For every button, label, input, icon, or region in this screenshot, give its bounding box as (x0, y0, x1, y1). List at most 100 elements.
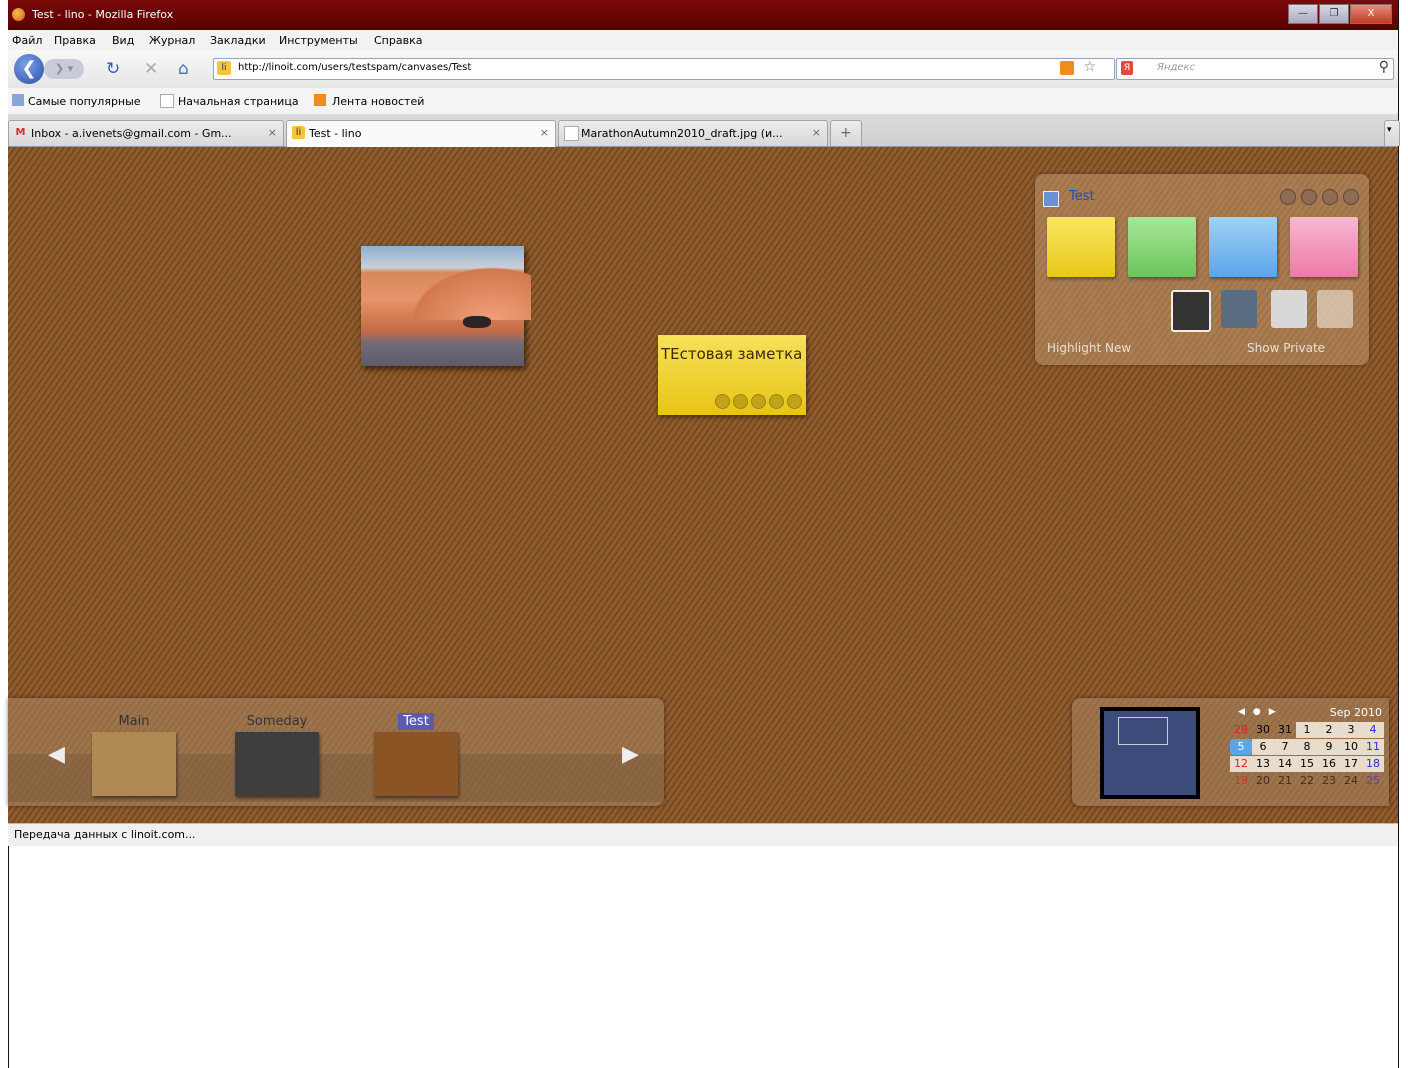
calendar-day[interactable]: 2 (1318, 722, 1340, 738)
canvas-thumbnail[interactable] (92, 732, 176, 796)
calendar-nav-icon[interactable]: ◀●▶ (1238, 707, 1284, 717)
calendar-day[interactable]: 19 (1230, 773, 1252, 789)
bookmark-start-page[interactable]: Начальная страница (178, 95, 299, 108)
yellow-sticky[interactable] (1047, 217, 1115, 277)
tab-label: Inbox - a.ivenets@gmail.com - Gm... (31, 127, 232, 140)
rss-icon[interactable] (1060, 61, 1074, 75)
blue-sticky[interactable] (1209, 217, 1277, 277)
canvas-test[interactable]: Test (374, 713, 458, 796)
back-button[interactable]: ❮ (14, 54, 44, 84)
canvas-someday[interactable]: Someday (235, 713, 319, 796)
calendar-day[interactable]: 8 (1296, 739, 1318, 755)
check-icon[interactable] (715, 394, 730, 409)
power-icon[interactable] (1343, 189, 1359, 205)
palette-controls (1280, 189, 1359, 205)
calendar-day[interactable]: 29 (1230, 722, 1252, 738)
search-icon[interactable]: ⚲ (1379, 59, 1389, 75)
tab-list-button[interactable]: ▾ (1384, 120, 1400, 146)
share-icon[interactable] (1322, 189, 1338, 205)
bookmark-most-visited[interactable]: Самые популярные (28, 95, 141, 108)
image-sticky-icon[interactable] (1171, 290, 1211, 332)
calendar-day-today[interactable]: 5 (1230, 739, 1252, 755)
window-controls: — ❐ X (1288, 4, 1392, 24)
calendar-day[interactable]: 7 (1274, 739, 1296, 755)
menu-help[interactable]: Справка (374, 34, 422, 47)
address-bar[interactable]: li http://linoit.com/users/testspam/canv… (213, 58, 1115, 80)
calendar-day[interactable]: 21 (1274, 773, 1296, 789)
zoom-out-icon[interactable] (1280, 189, 1296, 205)
calendar-day[interactable]: 1 (1296, 722, 1318, 738)
bookmark-news-feed[interactable]: Лента новостей (332, 95, 424, 108)
calendar-day[interactable]: 16 (1318, 756, 1340, 772)
menu-bookmarks[interactable]: Закладки (210, 34, 266, 47)
calendar-day[interactable]: 13 (1252, 756, 1274, 772)
calendar-day[interactable]: 15 (1296, 756, 1318, 772)
calendar-day[interactable]: 12 (1230, 756, 1252, 772)
calendar-day[interactable]: 10 (1340, 739, 1362, 755)
search-placeholder[interactable]: Яндекс (1157, 62, 1195, 73)
menu-file[interactable]: Файл (12, 34, 42, 47)
calendar-day[interactable]: 17 (1340, 756, 1362, 772)
canvas-thumbnail[interactable] (235, 732, 319, 796)
right-arrow-icon[interactable]: ▶ (622, 742, 639, 767)
done-icon[interactable] (787, 394, 802, 409)
video-sticky-icon[interactable] (1221, 290, 1257, 328)
tab-test-lino[interactable]: li Test - lino × (286, 120, 556, 147)
photo-sticky[interactable] (361, 246, 531, 366)
calendar-day[interactable]: 30 (1252, 722, 1274, 738)
left-arrow-icon[interactable]: ◀ (48, 742, 65, 767)
tab-close-icon[interactable]: × (540, 126, 549, 139)
url-text[interactable]: http://linoit.com/users/testspam/canvase… (238, 62, 471, 73)
settings-icon[interactable] (1301, 189, 1317, 205)
calendar-day[interactable]: 18 (1362, 756, 1384, 772)
calendar-day[interactable]: 3 (1340, 722, 1362, 738)
stop-icon[interactable]: ✕ (144, 59, 158, 79)
reload-icon[interactable]: ↻ (106, 59, 120, 79)
menu-history[interactable]: Журнал (149, 34, 195, 47)
menu-tools[interactable]: Инструменты (279, 34, 358, 47)
yandex-icon[interactable]: Я (1121, 61, 1133, 75)
calendar-day[interactable]: 6 (1252, 739, 1274, 755)
calendar-day[interactable]: 22 (1296, 773, 1318, 789)
show-private-button[interactable]: Show Private (1247, 341, 1325, 355)
calendar-day[interactable]: 11 (1362, 739, 1384, 755)
highlight-new-button[interactable]: Highlight New (1047, 341, 1131, 355)
calendar-day[interactable]: 23 (1318, 773, 1340, 789)
forward-button[interactable]: ❯ ▾ (44, 59, 84, 79)
calendar-day[interactable]: 25 (1362, 773, 1384, 789)
calendar-day[interactable]: 4 (1362, 722, 1384, 738)
minimize-button[interactable]: — (1288, 4, 1318, 24)
transparent-sticky-icon[interactable] (1317, 290, 1353, 328)
tab-close-icon[interactable]: × (268, 126, 277, 139)
maximize-button[interactable]: ❐ (1319, 4, 1349, 24)
canvas-thumbnail[interactable] (374, 732, 458, 796)
menu-edit[interactable]: Правка (54, 34, 96, 47)
tab-marathon-image[interactable]: MarathonAutumn2010_draft.jpg (и... × (558, 120, 828, 146)
tab-gmail[interactable]: M Inbox - a.ivenets@gmail.com - Gm... × (8, 120, 284, 146)
tab-close-icon[interactable]: × (812, 126, 821, 139)
calendar-day[interactable]: 20 (1252, 773, 1274, 789)
canvas-main[interactable]: Main (92, 713, 176, 796)
attachment-sticky-icon[interactable] (1271, 290, 1307, 328)
minimize-icon[interactable] (769, 394, 784, 409)
calendar-day[interactable]: 24 (1340, 773, 1362, 789)
menu-view[interactable]: Вид (112, 34, 134, 47)
close-button[interactable]: X (1350, 4, 1392, 24)
sticky-note[interactable]: ТЕстовая заметка (658, 335, 806, 415)
info-icon[interactable] (751, 394, 766, 409)
viewport-frame[interactable] (1118, 717, 1168, 745)
home-icon[interactable]: ⌂ (178, 59, 189, 79)
lino-canvas[interactable]: ТЕстовая заметка Test Highlight New Show… (8, 147, 1398, 823)
calendar-day[interactable]: 9 (1318, 739, 1340, 755)
calendar-week: 19 20 21 22 23 24 25 (1230, 773, 1384, 789)
bookmark-star-icon[interactable]: ☆ (1083, 59, 1096, 75)
new-tab-button[interactable]: + (830, 120, 862, 146)
pink-sticky[interactable] (1290, 217, 1358, 277)
calendar-icon[interactable] (733, 394, 748, 409)
calendar-day[interactable]: 14 (1274, 756, 1296, 772)
note-tools (715, 394, 802, 409)
minimap[interactable] (1100, 707, 1200, 799)
search-box[interactable]: Я Яндекс ⚲ (1116, 58, 1394, 80)
green-sticky[interactable] (1128, 217, 1196, 277)
calendar-day[interactable]: 31 (1274, 722, 1296, 738)
